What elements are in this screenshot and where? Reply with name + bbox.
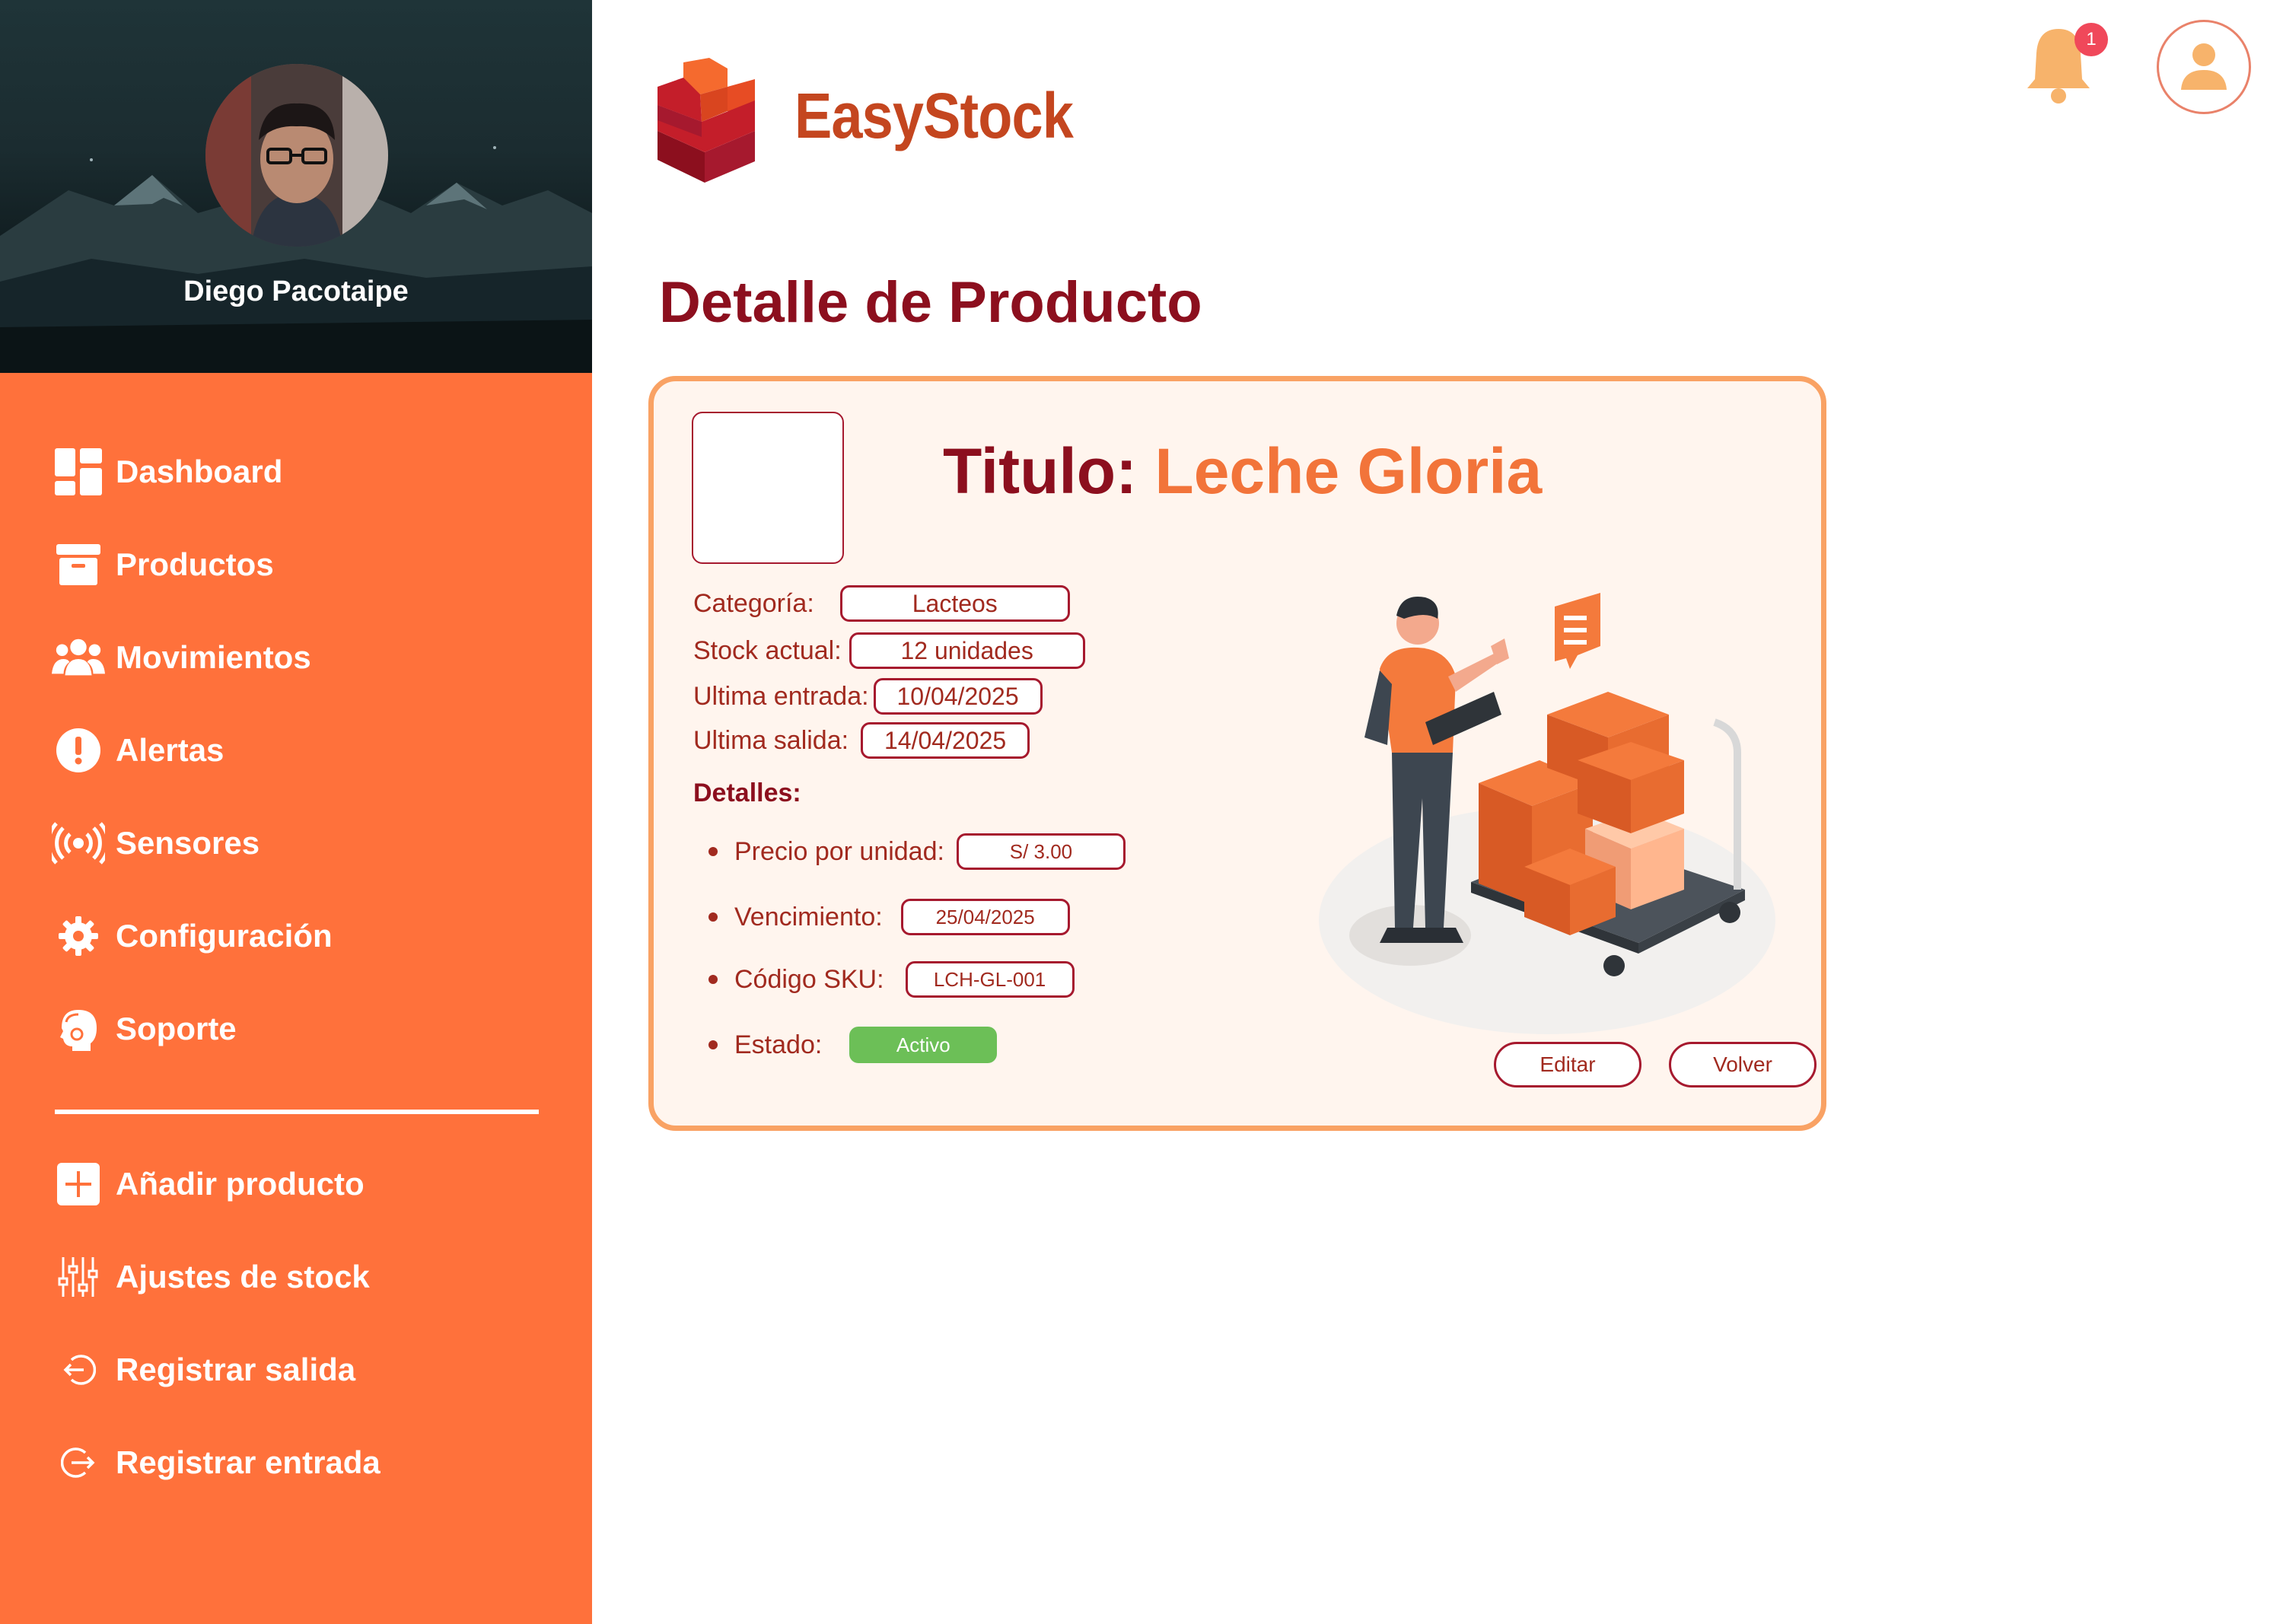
warehouse-worker-illustration <box>1319 593 1775 1034</box>
plus-icon <box>52 1157 105 1211</box>
field-label: Stock actual: <box>693 635 842 665</box>
field-value: Lacteos <box>839 585 1070 622</box>
detail-estado: Estado: Activo <box>708 1027 998 1063</box>
product-title: Titulo: Leche Gloria <box>943 435 1542 508</box>
sidebar-item-label: Registrar salida <box>116 1352 356 1387</box>
product-card: Titulo: Leche Gloria Categoría: Lacteos … <box>648 376 1826 1131</box>
sidebar-item-alertas[interactable]: Alertas <box>52 720 224 781</box>
field-label: Ultima entrada: <box>693 681 869 711</box>
support-icon <box>52 1002 105 1056</box>
sidebar-item-label: Productos <box>116 546 274 582</box>
user-photo <box>205 64 388 247</box>
field-value: 14/04/2025 <box>861 722 1030 759</box>
product-title-label: Titulo: <box>943 435 1138 507</box>
sidebar-item-dashboard[interactable]: Dashboard <box>52 441 282 502</box>
sidebar-item-label: Configuración <box>116 918 333 954</box>
sidebar-item-sensores[interactable]: Sensores <box>52 813 260 874</box>
field-ultima-entrada: Ultima entrada: 10/04/2025 <box>693 678 1043 715</box>
sidebar-item-configuracion[interactable]: Configuración <box>52 906 333 966</box>
detail-label: Código SKU: <box>734 964 884 994</box>
app-logo <box>658 58 755 183</box>
exit-icon <box>52 1343 105 1396</box>
sidebar-item-label: Sensores <box>116 825 260 861</box>
sidebar-divider <box>55 1110 539 1114</box>
avatar[interactable] <box>205 64 388 247</box>
details-heading: Detalles: <box>693 779 801 807</box>
sidebar-item-registrar-entrada[interactable]: Registrar entrada <box>52 1432 380 1493</box>
sidebar-item-registrar-salida[interactable]: Registrar salida <box>52 1339 355 1400</box>
sidebar-item-label: Alertas <box>116 732 224 768</box>
sidebar-item-anadir-producto[interactable]: Añadir producto <box>52 1154 365 1215</box>
user-icon <box>2181 43 2227 90</box>
detail-value: LCH-GL-001 <box>905 961 1075 998</box>
sidebar-item-label: Dashboard <box>116 454 283 489</box>
field-value: 12 unidades <box>849 632 1085 669</box>
users-icon <box>52 631 105 684</box>
product-image-placeholder <box>692 412 844 564</box>
app-name: EasyStock <box>794 80 1074 151</box>
user-name: Diego Pacotaipe <box>183 275 409 307</box>
alert-icon <box>52 724 105 777</box>
sidebar-item-label: Ajustes de stock <box>116 1259 370 1294</box>
bullet-dot <box>708 912 718 922</box>
sidebar-item-label: Registrar entrada <box>116 1444 380 1480</box>
edit-button[interactable]: Editar <box>1494 1042 1641 1087</box>
user-menu-button[interactable] <box>2157 20 2251 114</box>
field-label: Ultima salida: <box>693 725 849 755</box>
dashboard-icon <box>52 445 105 498</box>
bullet-dot <box>708 975 718 984</box>
sidebar-item-label: Añadir producto <box>116 1166 365 1202</box>
detail-vencimiento: Vencimiento: 25/04/2025 <box>708 899 1070 935</box>
detail-label: Vencimiento: <box>734 902 883 931</box>
enter-icon <box>52 1436 105 1489</box>
field-categoria: Categoría: Lacteos <box>693 585 1070 622</box>
product-title-value: Leche Gloria <box>1154 435 1543 507</box>
page-title: Detalle de Producto <box>659 270 1202 335</box>
detail-label: Estado: <box>734 1030 823 1059</box>
sidebar-item-label: Movimientos <box>116 639 311 675</box>
sidebar-item-soporte[interactable]: Soporte <box>52 998 237 1059</box>
detail-value: S/ 3.00 <box>956 833 1126 870</box>
sidebar-item-ajustes-stock[interactable]: Ajustes de stock <box>52 1247 370 1307</box>
field-stock-actual: Stock actual: 12 unidades <box>693 632 1085 669</box>
detail-precio: Precio por unidad: S/ 3.00 <box>708 833 1126 870</box>
sensor-icon <box>52 817 105 870</box>
bullet-dot <box>708 1040 718 1049</box>
status-badge: Activo <box>849 1027 998 1063</box>
field-ultima-salida: Ultima salida: 14/04/2025 <box>693 722 1030 759</box>
detail-label: Precio por unidad: <box>734 836 944 866</box>
sidebar-item-productos[interactable]: Productos <box>52 534 274 595</box>
detail-value: 25/04/2025 <box>900 899 1070 935</box>
bullet-dot <box>708 847 718 856</box>
field-value: 10/04/2025 <box>873 678 1043 715</box>
back-button[interactable]: Volver <box>1669 1042 1817 1087</box>
profile-header: Diego Pacotaipe <box>0 0 592 373</box>
notification-badge: 1 <box>2074 23 2108 56</box>
sidebar-item-movimientos[interactable]: Movimientos <box>52 627 311 688</box>
gear-icon <box>52 909 105 963</box>
field-label: Categoría: <box>693 588 814 618</box>
detail-sku: Código SKU: LCH-GL-001 <box>708 961 1075 998</box>
sidebar-item-label: Soporte <box>116 1011 237 1046</box>
archive-icon <box>52 538 105 591</box>
app-root: Diego Pacotaipe Dashboard Productos Movi… <box>0 0 2283 1624</box>
sidebar: Diego Pacotaipe Dashboard Productos Movi… <box>0 0 592 1624</box>
sliders-icon <box>52 1250 105 1304</box>
